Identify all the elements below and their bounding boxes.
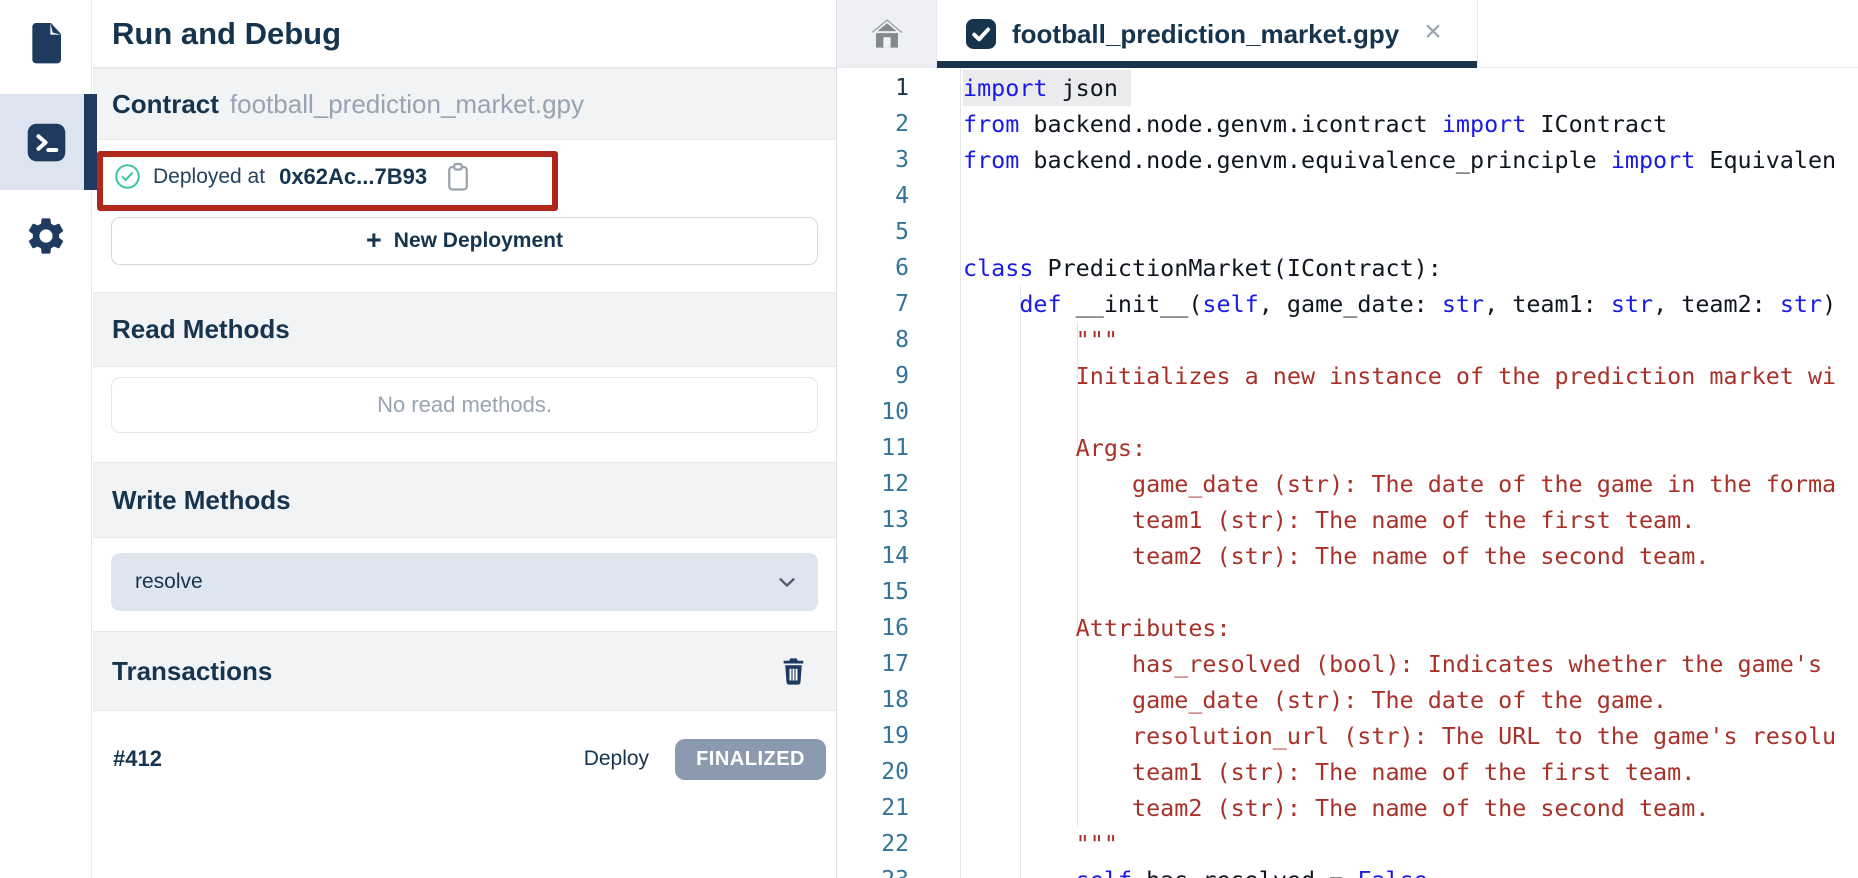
contract-filename: football_prediction_market.gpy — [230, 89, 584, 120]
no-read-methods-box: No read methods. — [111, 377, 818, 433]
tab-title: football_prediction_market.gpy — [1012, 19, 1399, 50]
activity-bar — [0, 0, 92, 878]
home-button[interactable] — [837, 0, 936, 68]
status-badge: FINALIZED — [675, 739, 826, 780]
line-number: 23 — [837, 862, 960, 878]
code-line[interactable] — [963, 214, 1858, 250]
line-number: 13 — [837, 502, 960, 538]
line-number: 19 — [837, 718, 960, 754]
code-line[interactable] — [963, 574, 1858, 610]
line-number: 4 — [837, 178, 960, 214]
sidebar-item-settings[interactable] — [0, 214, 92, 263]
code-line[interactable]: """ — [963, 826, 1858, 862]
code-line[interactable]: game_date (str): The date of the game in… — [963, 466, 1858, 502]
line-number: 20 — [837, 754, 960, 790]
code-line[interactable]: team2 (str): The name of the second team… — [963, 538, 1858, 574]
code-editor: football_prediction_market.gpy × 1234567… — [837, 0, 1858, 878]
clipboard-icon — [445, 162, 471, 192]
code-line[interactable]: """ — [963, 322, 1858, 358]
code-line[interactable]: has_resolved (bool): Indicates whether t… — [963, 646, 1858, 682]
line-number: 7 — [837, 286, 960, 322]
plus-icon: + — [366, 227, 382, 254]
line-number: 8 — [837, 322, 960, 358]
transaction-id: #412 — [113, 746, 162, 772]
sidebar-item-run-and-debug[interactable] — [0, 121, 92, 169]
code-line[interactable]: game_date (str): The date of the game. — [963, 682, 1858, 718]
code-line[interactable]: resolution_url (str): The URL to the gam… — [963, 718, 1858, 754]
code-line[interactable]: class PredictionMarket(IContract): — [963, 250, 1858, 286]
home-icon — [870, 18, 904, 49]
line-number: 1 — [837, 70, 960, 106]
line-number: 18 — [837, 682, 960, 718]
code-line[interactable]: import json — [963, 70, 1858, 106]
file-icon — [26, 21, 66, 70]
contract-address: 0x62Ac...7B93 — [279, 164, 427, 190]
code-line[interactable]: def __init__(self, game_date: str, team1… — [963, 286, 1858, 322]
sidebar-item-files[interactable] — [0, 21, 92, 70]
deployed-status-row: Deployed at 0x62Ac...7B93 — [93, 140, 836, 213]
app-window: Run and Debug Contract football_predicti… — [0, 0, 1858, 878]
write-methods-header: Write Methods — [93, 462, 836, 538]
line-number: 3 — [837, 142, 960, 178]
line-number: 17 — [837, 646, 960, 682]
new-deployment-button[interactable]: + New Deployment — [111, 217, 818, 265]
code-line[interactable]: self.has_resolved = False — [963, 862, 1858, 878]
line-number: 2 — [837, 106, 960, 142]
tab-bar: football_prediction_market.gpy × — [837, 0, 1858, 68]
line-number: 11 — [837, 430, 960, 466]
file-check-icon — [963, 16, 999, 52]
line-number: 16 — [837, 610, 960, 646]
close-icon[interactable]: × — [1424, 15, 1442, 49]
line-number: 21 — [837, 790, 960, 826]
code-line[interactable]: team1 (str): The name of the first team. — [963, 502, 1858, 538]
code-line[interactable]: Args: — [963, 430, 1858, 466]
line-number: 5 — [837, 214, 960, 250]
code-area[interactable]: 1234567891011121314151617181920212223 im… — [837, 68, 1858, 878]
gear-icon — [24, 214, 68, 263]
active-item-indicator — [84, 94, 97, 190]
code-line[interactable]: from backend.node.genvm.icontract import… — [963, 106, 1858, 142]
transactions-header: Transactions — [112, 656, 272, 687]
terminal-icon — [25, 121, 68, 169]
deployed-at-label: Deployed at — [153, 165, 265, 189]
copy-address-button[interactable] — [445, 162, 471, 192]
clear-transactions-button[interactable] — [781, 657, 806, 686]
code-line[interactable]: team1 (str): The name of the first team. — [963, 754, 1858, 790]
code-line[interactable]: team2 (str): The name of the second team… — [963, 790, 1858, 826]
code-line[interactable]: from backend.node.genvm.equivalence_prin… — [963, 142, 1858, 178]
code-line[interactable]: Initializes a new instance of the predic… — [963, 358, 1858, 394]
line-number: 15 — [837, 574, 960, 610]
page-title: Run and Debug — [93, 0, 836, 68]
selected-method-label: resolve — [135, 570, 203, 594]
code-line[interactable]: Attributes: — [963, 610, 1858, 646]
line-number: 14 — [837, 538, 960, 574]
tab-bar-empty-area — [1478, 0, 1858, 68]
chevron-down-icon — [774, 569, 800, 595]
run-and-debug-panel: Run and Debug Contract football_predicti… — [93, 0, 837, 878]
contract-section-header: Contract football_prediction_market.gpy — [93, 68, 836, 140]
line-number: 6 — [837, 250, 960, 286]
code-line[interactable] — [963, 394, 1858, 430]
line-number: 10 — [837, 394, 960, 430]
line-number: 12 — [837, 466, 960, 502]
read-methods-header: Read Methods — [93, 292, 836, 367]
transaction-row[interactable]: #412 Deploy FINALIZED — [93, 714, 836, 804]
check-circle-icon — [114, 163, 141, 190]
transactions-header-row: Transactions — [93, 631, 836, 711]
line-number: 22 — [837, 826, 960, 862]
tab-football-prediction-market[interactable]: football_prediction_market.gpy × — [936, 0, 1478, 68]
transaction-type: Deploy — [584, 747, 649, 771]
method-select-dropdown[interactable]: resolve — [111, 553, 818, 611]
trash-icon — [781, 657, 806, 686]
active-tab-underline — [937, 61, 1477, 68]
code-line[interactable] — [963, 178, 1858, 214]
new-deployment-label: New Deployment — [394, 229, 563, 253]
line-numbers: 1234567891011121314151617181920212223 — [837, 68, 961, 878]
code-lines: import jsonfrom backend.node.genvm.icont… — [963, 70, 1858, 878]
line-number: 9 — [837, 358, 960, 394]
contract-label: Contract — [112, 89, 219, 120]
